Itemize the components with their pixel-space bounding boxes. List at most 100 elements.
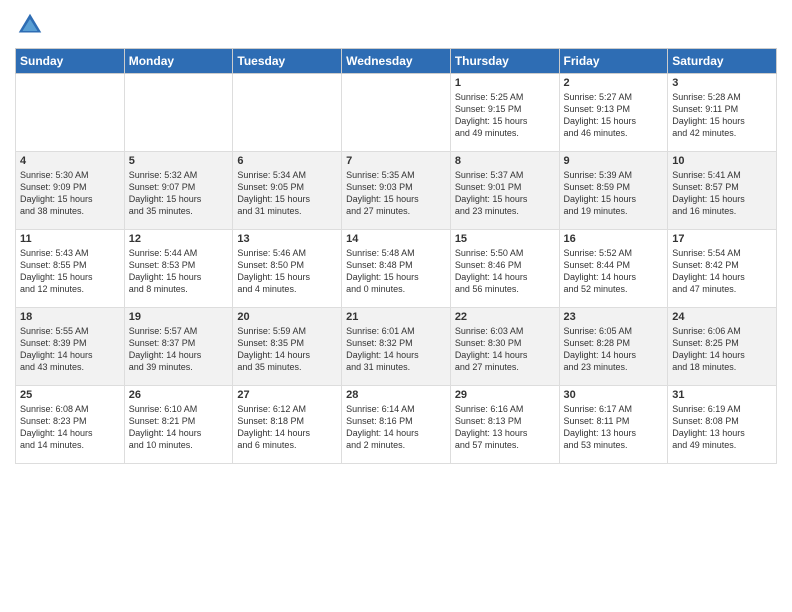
day-number: 11	[20, 233, 120, 245]
day-number: 20	[237, 311, 337, 323]
day-info: Sunrise: 5:35 AM Sunset: 9:03 PM Dayligh…	[346, 169, 446, 218]
calendar-cell: 9 Sunrise: 5:39 AM Sunset: 8:59 PM Daylig…	[559, 152, 668, 230]
day-number: 30	[564, 389, 664, 401]
day-header-friday: Friday	[559, 49, 668, 74]
day-info: Sunrise: 5:43 AM Sunset: 8:55 PM Dayligh…	[20, 247, 120, 296]
day-number: 19	[129, 311, 229, 323]
day-info: Sunrise: 5:44 AM Sunset: 8:53 PM Dayligh…	[129, 247, 229, 296]
day-info: Sunrise: 6:12 AM Sunset: 8:18 PM Dayligh…	[237, 403, 337, 452]
calendar-cell: 16 Sunrise: 5:52 AM Sunset: 8:44 PM Dayli…	[559, 230, 668, 308]
day-number: 1	[455, 77, 555, 89]
day-number: 13	[237, 233, 337, 245]
calendar-cell: 11 Sunrise: 5:43 AM Sunset: 8:55 PM Dayli…	[16, 230, 125, 308]
header	[15, 10, 777, 40]
day-info: Sunrise: 5:37 AM Sunset: 9:01 PM Dayligh…	[455, 169, 555, 218]
day-info: Sunrise: 6:19 AM Sunset: 8:08 PM Dayligh…	[672, 403, 772, 452]
day-number: 24	[672, 311, 772, 323]
calendar-table: SundayMondayTuesdayWednesdayThursdayFrid…	[15, 48, 777, 464]
page-container: SundayMondayTuesdayWednesdayThursdayFrid…	[0, 0, 792, 474]
day-info: Sunrise: 5:46 AM Sunset: 8:50 PM Dayligh…	[237, 247, 337, 296]
calendar-cell: 5Sunrise: 5:32 AM Sunset: 9:07 PM Daylig…	[124, 152, 233, 230]
calendar-cell: 7 Sunrise: 5:35 AM Sunset: 9:03 PM Daylig…	[342, 152, 451, 230]
day-info: Sunrise: 6:08 AM Sunset: 8:23 PM Dayligh…	[20, 403, 120, 452]
day-number: 22	[455, 311, 555, 323]
day-header-wednesday: Wednesday	[342, 49, 451, 74]
calendar-cell: 27 Sunrise: 6:12 AM Sunset: 8:18 PM Dayli…	[233, 386, 342, 464]
calendar-cell: 15 Sunrise: 5:50 AM Sunset: 8:46 PM Dayli…	[450, 230, 559, 308]
week-row-5: 25 Sunrise: 6:08 AM Sunset: 8:23 PM Dayli…	[16, 386, 777, 464]
day-info: Sunrise: 5:39 AM Sunset: 8:59 PM Dayligh…	[564, 169, 664, 218]
day-info: Sunrise: 5:30 AM Sunset: 9:09 PM Dayligh…	[20, 169, 120, 218]
day-number: 15	[455, 233, 555, 245]
calendar-cell: 28 Sunrise: 6:14 AM Sunset: 8:16 PM Dayli…	[342, 386, 451, 464]
calendar-cell: 13 Sunrise: 5:46 AM Sunset: 8:50 PM Dayli…	[233, 230, 342, 308]
week-row-3: 11 Sunrise: 5:43 AM Sunset: 8:55 PM Dayli…	[16, 230, 777, 308]
day-header-tuesday: Tuesday	[233, 49, 342, 74]
day-number: 21	[346, 311, 446, 323]
calendar-cell: 4 Sunrise: 5:30 AM Sunset: 9:09 PM Daylig…	[16, 152, 125, 230]
calendar-cell: 20 Sunrise: 5:59 AM Sunset: 8:35 PM Dayli…	[233, 308, 342, 386]
calendar-cell: 25 Sunrise: 6:08 AM Sunset: 8:23 PM Dayli…	[16, 386, 125, 464]
day-number: 5	[129, 155, 229, 167]
day-info: Sunrise: 5:59 AM Sunset: 8:35 PM Dayligh…	[237, 325, 337, 374]
day-info: Sunrise: 5:57 AM Sunset: 8:37 PM Dayligh…	[129, 325, 229, 374]
day-info: Sunrise: 6:16 AM Sunset: 8:13 PM Dayligh…	[455, 403, 555, 452]
day-info: Sunrise: 5:52 AM Sunset: 8:44 PM Dayligh…	[564, 247, 664, 296]
day-info: Sunrise: 5:25 AM Sunset: 9:15 PM Dayligh…	[455, 91, 555, 140]
day-info: Sunrise: 6:03 AM Sunset: 8:30 PM Dayligh…	[455, 325, 555, 374]
days-header-row: SundayMondayTuesdayWednesdayThursdayFrid…	[16, 49, 777, 74]
logo	[15, 10, 49, 40]
day-number: 31	[672, 389, 772, 401]
day-info: Sunrise: 5:28 AM Sunset: 9:11 PM Dayligh…	[672, 91, 772, 140]
day-number: 7	[346, 155, 446, 167]
day-info: Sunrise: 5:48 AM Sunset: 8:48 PM Dayligh…	[346, 247, 446, 296]
day-number: 18	[20, 311, 120, 323]
calendar-cell	[124, 74, 233, 152]
day-number: 23	[564, 311, 664, 323]
calendar-cell: 30Sunrise: 6:17 AM Sunset: 8:11 PM Dayli…	[559, 386, 668, 464]
calendar-cell: 3Sunrise: 5:28 AM Sunset: 9:11 PM Daylig…	[668, 74, 777, 152]
day-header-saturday: Saturday	[668, 49, 777, 74]
calendar-cell: 24Sunrise: 6:06 AM Sunset: 8:25 PM Dayli…	[668, 308, 777, 386]
calendar-cell: 26 Sunrise: 6:10 AM Sunset: 8:21 PM Dayli…	[124, 386, 233, 464]
calendar-cell: 2Sunrise: 5:27 AM Sunset: 9:13 PM Daylig…	[559, 74, 668, 152]
day-number: 26	[129, 389, 229, 401]
calendar-cell: 10 Sunrise: 5:41 AM Sunset: 8:57 PM Dayli…	[668, 152, 777, 230]
day-header-sunday: Sunday	[16, 49, 125, 74]
calendar-cell: 6Sunrise: 5:34 AM Sunset: 9:05 PM Daylig…	[233, 152, 342, 230]
calendar-cell: 1 Sunrise: 5:25 AM Sunset: 9:15 PM Daylig…	[450, 74, 559, 152]
day-number: 12	[129, 233, 229, 245]
day-number: 14	[346, 233, 446, 245]
day-info: Sunrise: 5:54 AM Sunset: 8:42 PM Dayligh…	[672, 247, 772, 296]
day-info: Sunrise: 6:14 AM Sunset: 8:16 PM Dayligh…	[346, 403, 446, 452]
calendar-cell: 14 Sunrise: 5:48 AM Sunset: 8:48 PM Dayli…	[342, 230, 451, 308]
day-number: 8	[455, 155, 555, 167]
day-info: Sunrise: 5:50 AM Sunset: 8:46 PM Dayligh…	[455, 247, 555, 296]
calendar-cell: 31 Sunrise: 6:19 AM Sunset: 8:08 PM Dayli…	[668, 386, 777, 464]
logo-icon	[15, 10, 45, 40]
calendar-cell: 22 Sunrise: 6:03 AM Sunset: 8:30 PM Dayli…	[450, 308, 559, 386]
day-header-thursday: Thursday	[450, 49, 559, 74]
day-number: 27	[237, 389, 337, 401]
calendar-cell	[342, 74, 451, 152]
day-info: Sunrise: 6:01 AM Sunset: 8:32 PM Dayligh…	[346, 325, 446, 374]
calendar-cell: 21 Sunrise: 6:01 AM Sunset: 8:32 PM Dayli…	[342, 308, 451, 386]
day-info: Sunrise: 5:55 AM Sunset: 8:39 PM Dayligh…	[20, 325, 120, 374]
day-number: 16	[564, 233, 664, 245]
day-number: 9	[564, 155, 664, 167]
day-number: 17	[672, 233, 772, 245]
calendar-cell: 8 Sunrise: 5:37 AM Sunset: 9:01 PM Daylig…	[450, 152, 559, 230]
day-number: 4	[20, 155, 120, 167]
week-row-1: 1 Sunrise: 5:25 AM Sunset: 9:15 PM Daylig…	[16, 74, 777, 152]
day-info: Sunrise: 6:05 AM Sunset: 8:28 PM Dayligh…	[564, 325, 664, 374]
day-number: 25	[20, 389, 120, 401]
calendar-cell: 12 Sunrise: 5:44 AM Sunset: 8:53 PM Dayli…	[124, 230, 233, 308]
day-number: 28	[346, 389, 446, 401]
calendar-cell: 23 Sunrise: 6:05 AM Sunset: 8:28 PM Dayli…	[559, 308, 668, 386]
day-number: 10	[672, 155, 772, 167]
day-number: 29	[455, 389, 555, 401]
day-info: Sunrise: 5:41 AM Sunset: 8:57 PM Dayligh…	[672, 169, 772, 218]
day-info: Sunrise: 6:10 AM Sunset: 8:21 PM Dayligh…	[129, 403, 229, 452]
calendar-cell: 29 Sunrise: 6:16 AM Sunset: 8:13 PM Dayli…	[450, 386, 559, 464]
day-info: Sunrise: 5:34 AM Sunset: 9:05 PM Dayligh…	[237, 169, 337, 218]
